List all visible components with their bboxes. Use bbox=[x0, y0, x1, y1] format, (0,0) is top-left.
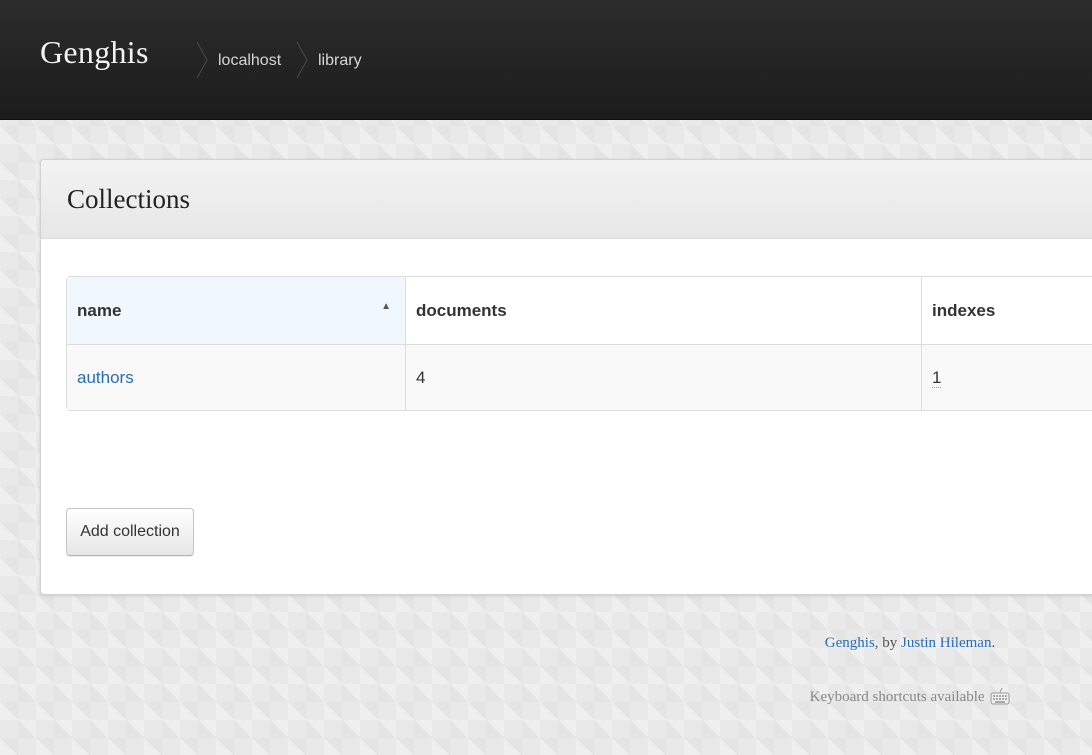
column-header-label: documents bbox=[416, 300, 507, 320]
collections-table: name ▲ documents indexes authors 4 1 bbox=[66, 276, 1092, 411]
collection-link-authors[interactable]: authors bbox=[77, 368, 134, 387]
breadcrumb-localhost[interactable]: localhost bbox=[218, 52, 281, 70]
keyboard-shortcuts-hint[interactable]: Keyboard shortcuts available bbox=[760, 687, 1060, 710]
breadcrumb-library[interactable]: library bbox=[318, 52, 362, 70]
breadcrumb-separator-icon bbox=[196, 42, 208, 78]
keyboard-icon bbox=[990, 687, 1010, 710]
breadcrumb-separator-icon bbox=[296, 42, 308, 78]
footer-author-link[interactable]: Justin Hileman bbox=[901, 635, 991, 651]
add-collection-button[interactable]: Add collection bbox=[66, 508, 194, 556]
footer-period: . bbox=[991, 635, 996, 651]
collections-panel: Collections name ▲ documents indexes aut… bbox=[40, 159, 1092, 595]
column-header-label: indexes bbox=[932, 300, 996, 320]
top-navbar: Genghis localhost library bbox=[0, 0, 1092, 120]
indexes-count[interactable]: 1 bbox=[932, 367, 942, 388]
page-title: Collections bbox=[67, 184, 190, 214]
column-header-documents[interactable]: documents bbox=[405, 277, 921, 344]
table-row: authors 4 1 bbox=[67, 344, 1092, 410]
column-header-label: name bbox=[77, 300, 122, 320]
table-header-row: name ▲ documents indexes bbox=[67, 277, 1092, 344]
column-header-indexes[interactable]: indexes bbox=[921, 277, 1092, 344]
column-header-name[interactable]: name ▲ bbox=[67, 277, 405, 344]
footer-credits: Genghis, by Justin Hileman. bbox=[760, 635, 1060, 652]
brand-link[interactable]: Genghis bbox=[40, 34, 149, 71]
cell-name: authors bbox=[67, 344, 405, 410]
cell-documents: 4 bbox=[405, 344, 921, 410]
footer-by-text: , by bbox=[874, 635, 902, 651]
sort-ascending-icon: ▲ bbox=[381, 300, 391, 312]
cell-indexes: 1 bbox=[921, 344, 1092, 410]
footer-app-link[interactable]: Genghis bbox=[825, 635, 875, 651]
panel-header: Collections bbox=[41, 160, 1092, 239]
shortcuts-text: Keyboard shortcuts available bbox=[809, 689, 985, 705]
